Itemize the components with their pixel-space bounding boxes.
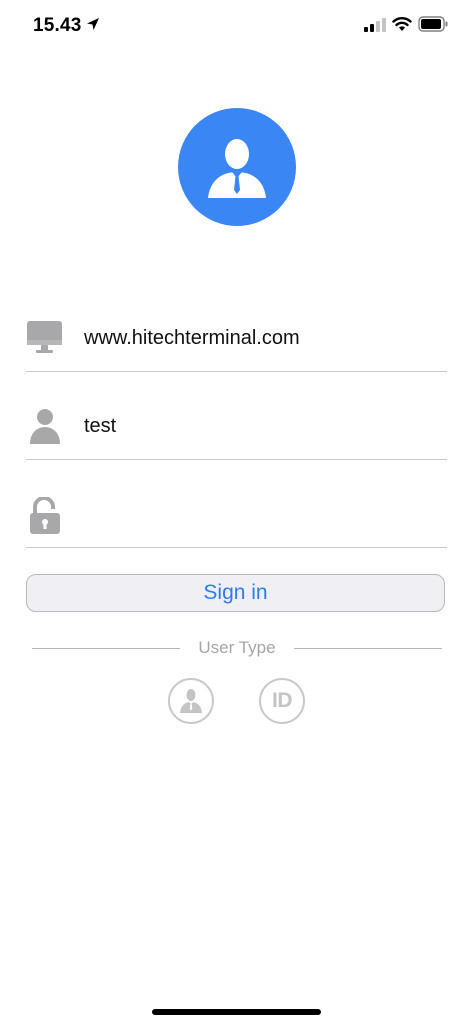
wifi-icon [392,17,412,31]
server-input[interactable] [84,323,434,353]
user-type-person-button[interactable] [168,678,214,724]
divider-right [294,648,442,649]
person-user-icon [180,689,202,713]
avatar [178,108,296,226]
cellular-signal-icon [364,18,386,32]
status-bar: 15.43 [0,0,473,50]
divider-left [32,648,180,649]
user-type-id-button[interactable]: ID [259,678,305,724]
businessman-avatar-icon [208,139,266,198]
person-icon [30,409,60,444]
battery-icon [418,16,448,32]
id-icon: ID [272,689,293,712]
home-indicator[interactable] [152,1009,321,1015]
monitor-icon [27,321,62,353]
password-input[interactable] [84,499,434,529]
username-input[interactable] [84,411,434,441]
sign-in-button[interactable]: Sign in [26,574,445,612]
username-field-row [26,371,447,460]
lock-icon [30,497,60,534]
location-arrow-icon [87,18,99,30]
password-field-row [26,459,447,548]
user-type-label: User Type [198,638,276,657]
status-time: 15.43 [33,15,82,36]
server-field-row [26,283,447,372]
